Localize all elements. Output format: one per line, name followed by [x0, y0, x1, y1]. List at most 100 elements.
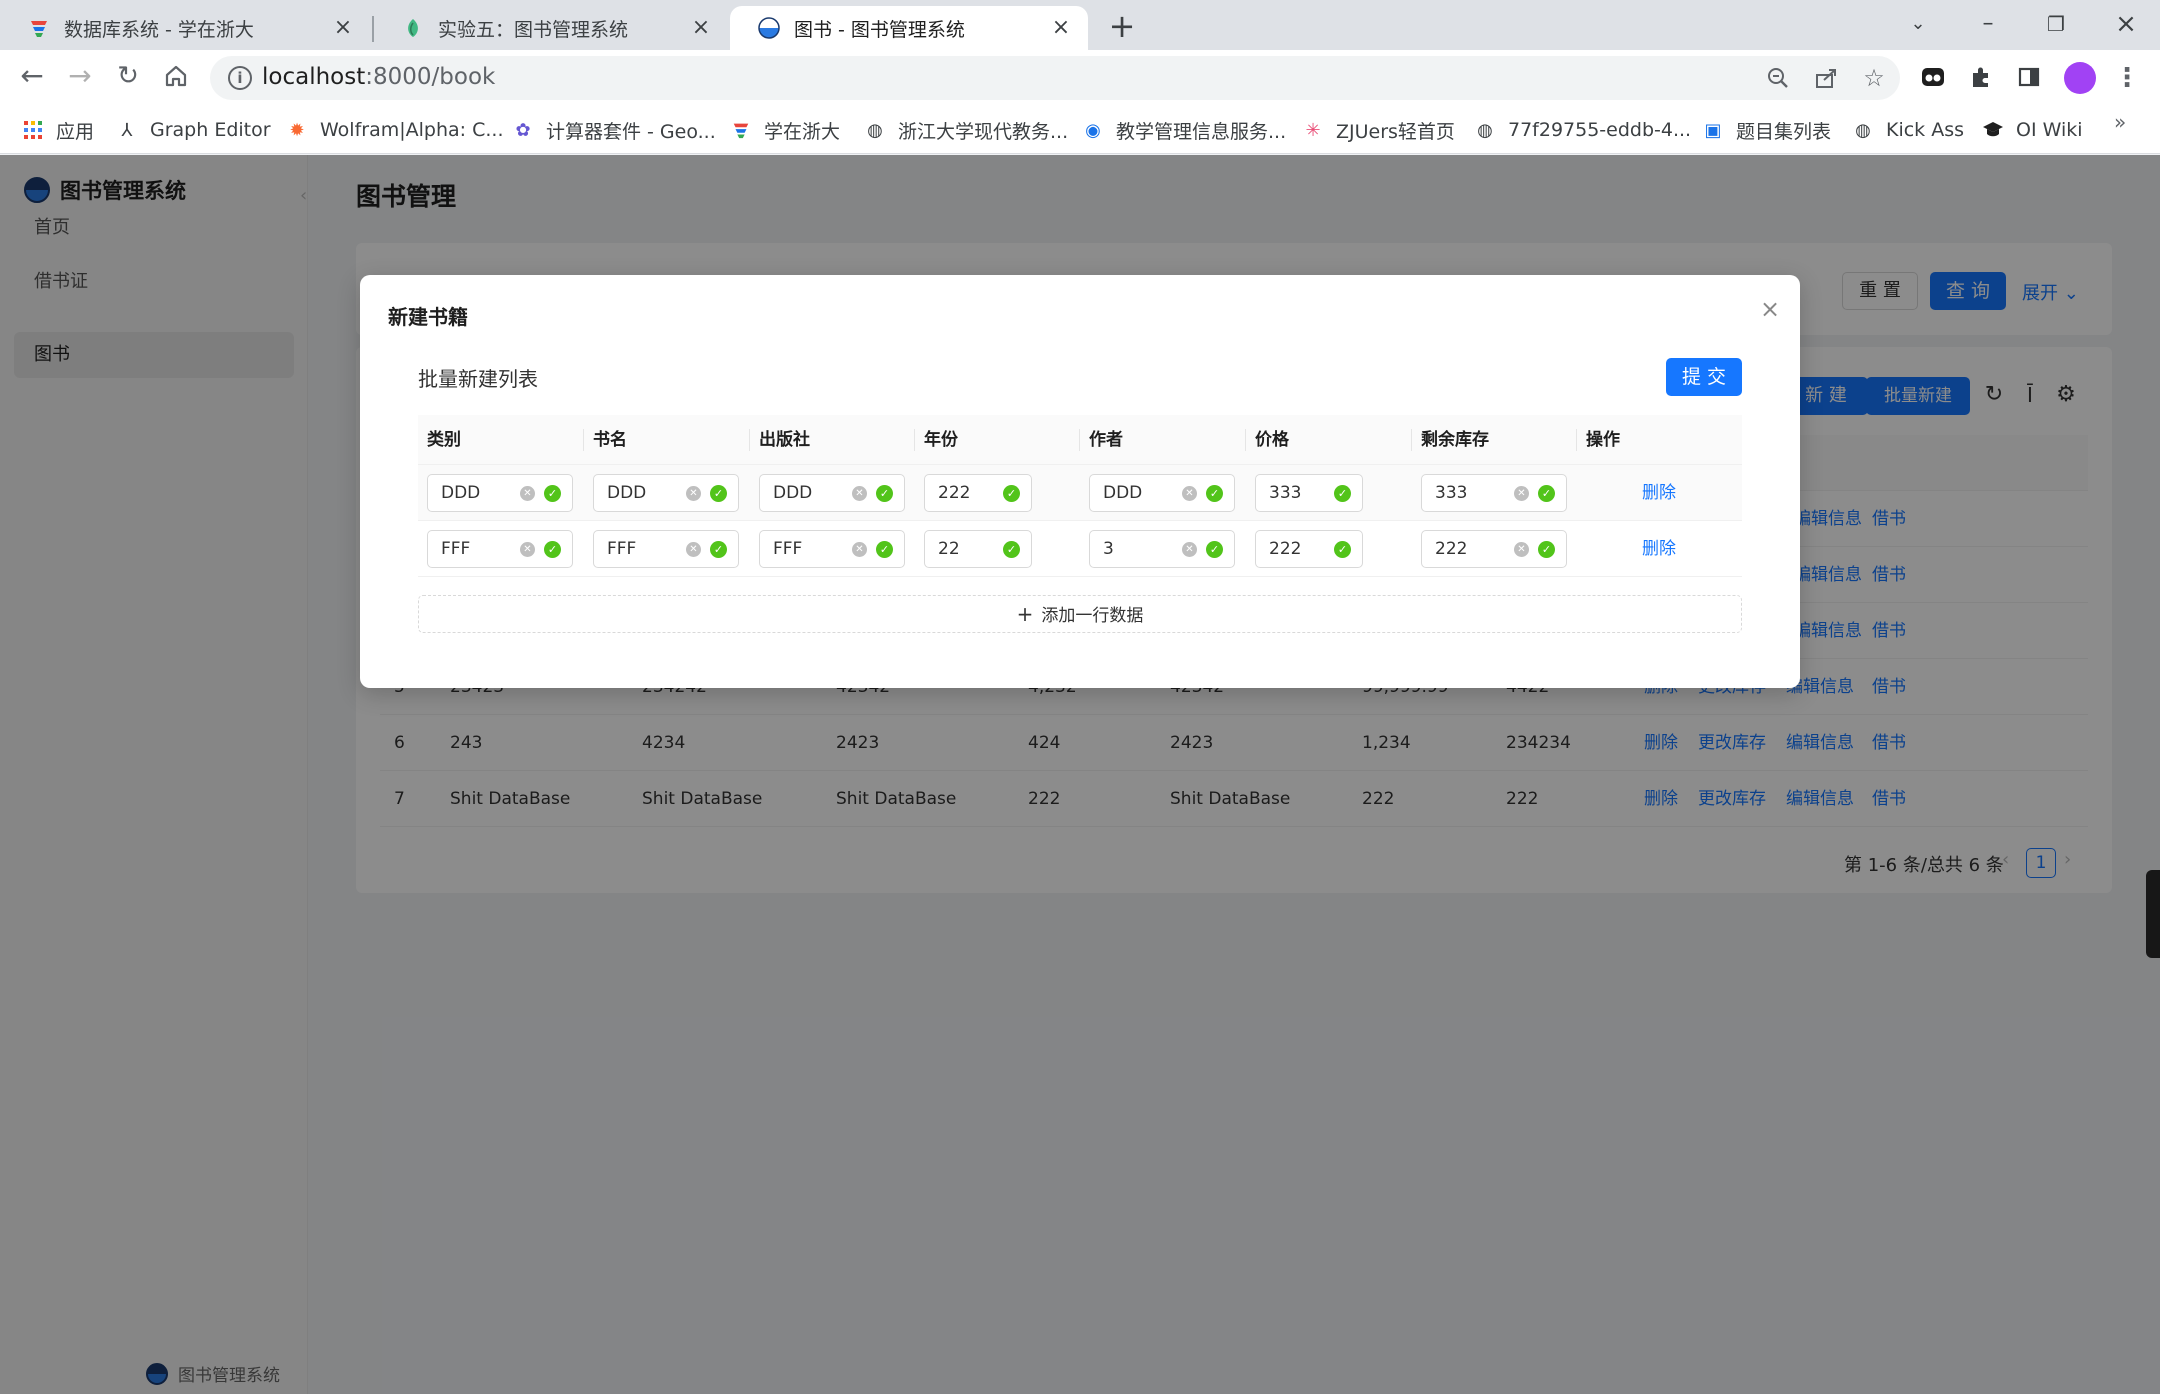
author-input[interactable]: DDD ✕ ✓: [1089, 474, 1235, 512]
tab-title: 实验五：图书管理系统: [438, 18, 629, 41]
valid-check-icon: ✓: [710, 541, 727, 558]
reload-icon[interactable]: ↻: [110, 58, 146, 94]
bookmark-wolfram[interactable]: ✹ Wolfram|Alpha: C...: [286, 116, 503, 144]
browser-menu-icon[interactable]: ⋮: [2114, 62, 2140, 94]
tab-search-chevron-icon[interactable]: ⌄: [1898, 6, 1938, 42]
valid-check-icon: ✓: [1003, 541, 1020, 558]
clear-input-icon[interactable]: ✕: [1514, 486, 1529, 501]
bookmark-graph-editor[interactable]: ⅄ Graph Editor: [116, 116, 271, 144]
author-input[interactable]: 3 ✕ ✓: [1089, 530, 1235, 568]
clear-input-icon[interactable]: ✕: [686, 486, 701, 501]
restore-window-icon[interactable]: ❐: [2036, 6, 2076, 42]
input-value: 222: [1435, 539, 1468, 559]
input-value: 333: [1435, 483, 1468, 503]
tab-course-site[interactable]: 数据库系统 - 学在浙大 ×: [0, 6, 370, 50]
year-input[interactable]: 222 ✓: [924, 474, 1032, 512]
minimize-icon[interactable]: –: [1968, 6, 2008, 42]
editable-row: DDD ✕ ✓ DDD ✕ ✓ DDD ✕ ✓ 222 ✓ DDD ✕ ✓ 33…: [418, 465, 1742, 521]
globe-icon: ◍: [867, 119, 883, 141]
bookmark-zjuers[interactable]: ✳ ZJUers轻首页: [1302, 116, 1454, 144]
bookmark-zju-academic[interactable]: ◍ 浙江大学现代教务...: [864, 116, 1068, 144]
bookmark-oi-wiki[interactable]: OI Wiki: [1982, 116, 2083, 144]
close-window-icon[interactable]: ×: [2106, 6, 2146, 42]
close-tab-icon[interactable]: ×: [690, 17, 712, 39]
clear-input-icon[interactable]: ✕: [852, 486, 867, 501]
valid-check-icon: ✓: [876, 541, 893, 558]
valid-check-icon: ✓: [1538, 485, 1555, 502]
bookmark-uuid-page[interactable]: ◍ 77f29755-eddb-4...: [1474, 116, 1691, 144]
tab-book-page[interactable]: 图书 - 图书管理系统 ×: [730, 6, 1088, 50]
bookmark-label: 教学管理信息服务...: [1116, 120, 1287, 143]
add-row-button[interactable]: + 添加一行数据: [418, 595, 1742, 633]
bookmark-label: OI Wiki: [2016, 119, 2083, 141]
share-icon[interactable]: [1812, 64, 1840, 92]
column-header: 价格: [1255, 430, 1289, 450]
site-info-icon[interactable]: i: [228, 66, 252, 90]
valid-check-icon: ✓: [710, 485, 727, 502]
clear-input-icon[interactable]: ✕: [686, 542, 701, 557]
forward-arrow-icon[interactable]: →: [62, 58, 98, 94]
column-header: 操作: [1586, 430, 1620, 450]
input-value: 22: [938, 539, 960, 559]
university-seal-icon: ◉: [1085, 119, 1101, 141]
title-input[interactable]: DDD ✕ ✓: [593, 474, 739, 512]
clear-input-icon[interactable]: ✕: [1182, 542, 1197, 557]
profile-avatar[interactable]: [2064, 62, 2096, 94]
column-header: 出版社: [759, 430, 810, 450]
new-tab-icon[interactable]: +: [1106, 8, 1138, 44]
input-value: FFF: [607, 539, 637, 559]
category-input[interactable]: FFF ✕ ✓: [427, 530, 573, 568]
apps-grid-icon: [22, 119, 44, 141]
stock-input[interactable]: 333 ✕ ✓: [1421, 474, 1567, 512]
valid-check-icon: ✓: [1003, 485, 1020, 502]
pta-icon: ▣: [1704, 119, 1722, 141]
year-input[interactable]: 22 ✓: [924, 530, 1032, 568]
bookmark-label: 应用: [56, 120, 95, 143]
input-value: DDD: [773, 483, 813, 503]
bookmark-star-icon[interactable]: ☆: [1860, 64, 1888, 92]
clear-input-icon[interactable]: ✕: [1514, 542, 1529, 557]
delete-row-link[interactable]: 删除: [1642, 521, 1676, 577]
press-input[interactable]: DDD ✕ ✓: [759, 474, 905, 512]
tab-title: 数据库系统 - 学在浙大: [64, 18, 254, 41]
title-input[interactable]: FFF ✕ ✓: [593, 530, 739, 568]
plus-icon: +: [1016, 602, 1034, 626]
column-header: 类别: [427, 430, 461, 450]
bookmark-label: 题目集列表: [1736, 120, 1832, 143]
bookmark-problem-sets[interactable]: ▣ 题目集列表: [1702, 116, 1831, 144]
bookmark-geogebra[interactable]: ✿ 计算器套件 - Geo...: [512, 116, 715, 144]
stock-input[interactable]: 222 ✕ ✓: [1421, 530, 1567, 568]
bookmark-course-site[interactable]: 学在浙大: [730, 116, 840, 144]
valid-check-icon: ✓: [544, 541, 561, 558]
browser-tab-strip: 数据库系统 - 学在浙大 × 实验五：图书管理系统 × 图书 - 图书管理系统 …: [0, 0, 2160, 50]
clear-input-icon[interactable]: ✕: [520, 542, 535, 557]
category-input[interactable]: DDD ✕ ✓: [427, 474, 573, 512]
close-tab-icon[interactable]: ×: [1050, 17, 1072, 39]
back-arrow-icon[interactable]: ←: [14, 58, 50, 94]
delete-row-link[interactable]: 删除: [1642, 465, 1676, 521]
pinwheel-icon: ✳: [1305, 119, 1321, 141]
close-tab-icon[interactable]: ×: [332, 17, 354, 39]
clear-input-icon[interactable]: ✕: [1182, 486, 1197, 501]
bookmark-teaching-info[interactable]: ◉ 教学管理信息服务...: [1082, 116, 1286, 144]
submit-button[interactable]: 提 交: [1666, 358, 1742, 396]
press-input[interactable]: FFF ✕ ✓: [759, 530, 905, 568]
input-value: 222: [938, 483, 971, 503]
bookmark-kick-ass[interactable]: ◍ Kick Ass: [1852, 116, 1964, 144]
address-bar[interactable]: i localhost:8000/book ☆: [210, 56, 1900, 100]
zoom-icon[interactable]: [1764, 64, 1792, 92]
column-header: 剩余库存: [1421, 430, 1489, 450]
price-input[interactable]: 333 ✓: [1255, 474, 1363, 512]
extension-glasses-icon[interactable]: [1918, 62, 1948, 92]
clear-input-icon[interactable]: ✕: [520, 486, 535, 501]
home-icon[interactable]: [158, 58, 194, 94]
tab-lab-five[interactable]: 实验五：图书管理系统 ×: [374, 6, 728, 50]
clear-input-icon[interactable]: ✕: [852, 542, 867, 557]
side-panel-icon[interactable]: [2014, 62, 2044, 92]
extensions-puzzle-icon[interactable]: [1966, 62, 1996, 92]
bookmark-apps[interactable]: 应用: [22, 116, 94, 144]
price-input[interactable]: 222 ✓: [1255, 530, 1363, 568]
close-icon[interactable]: ×: [1756, 295, 1784, 323]
more-bookmarks-icon[interactable]: »: [2114, 110, 2126, 134]
input-value: FFF: [773, 539, 803, 559]
